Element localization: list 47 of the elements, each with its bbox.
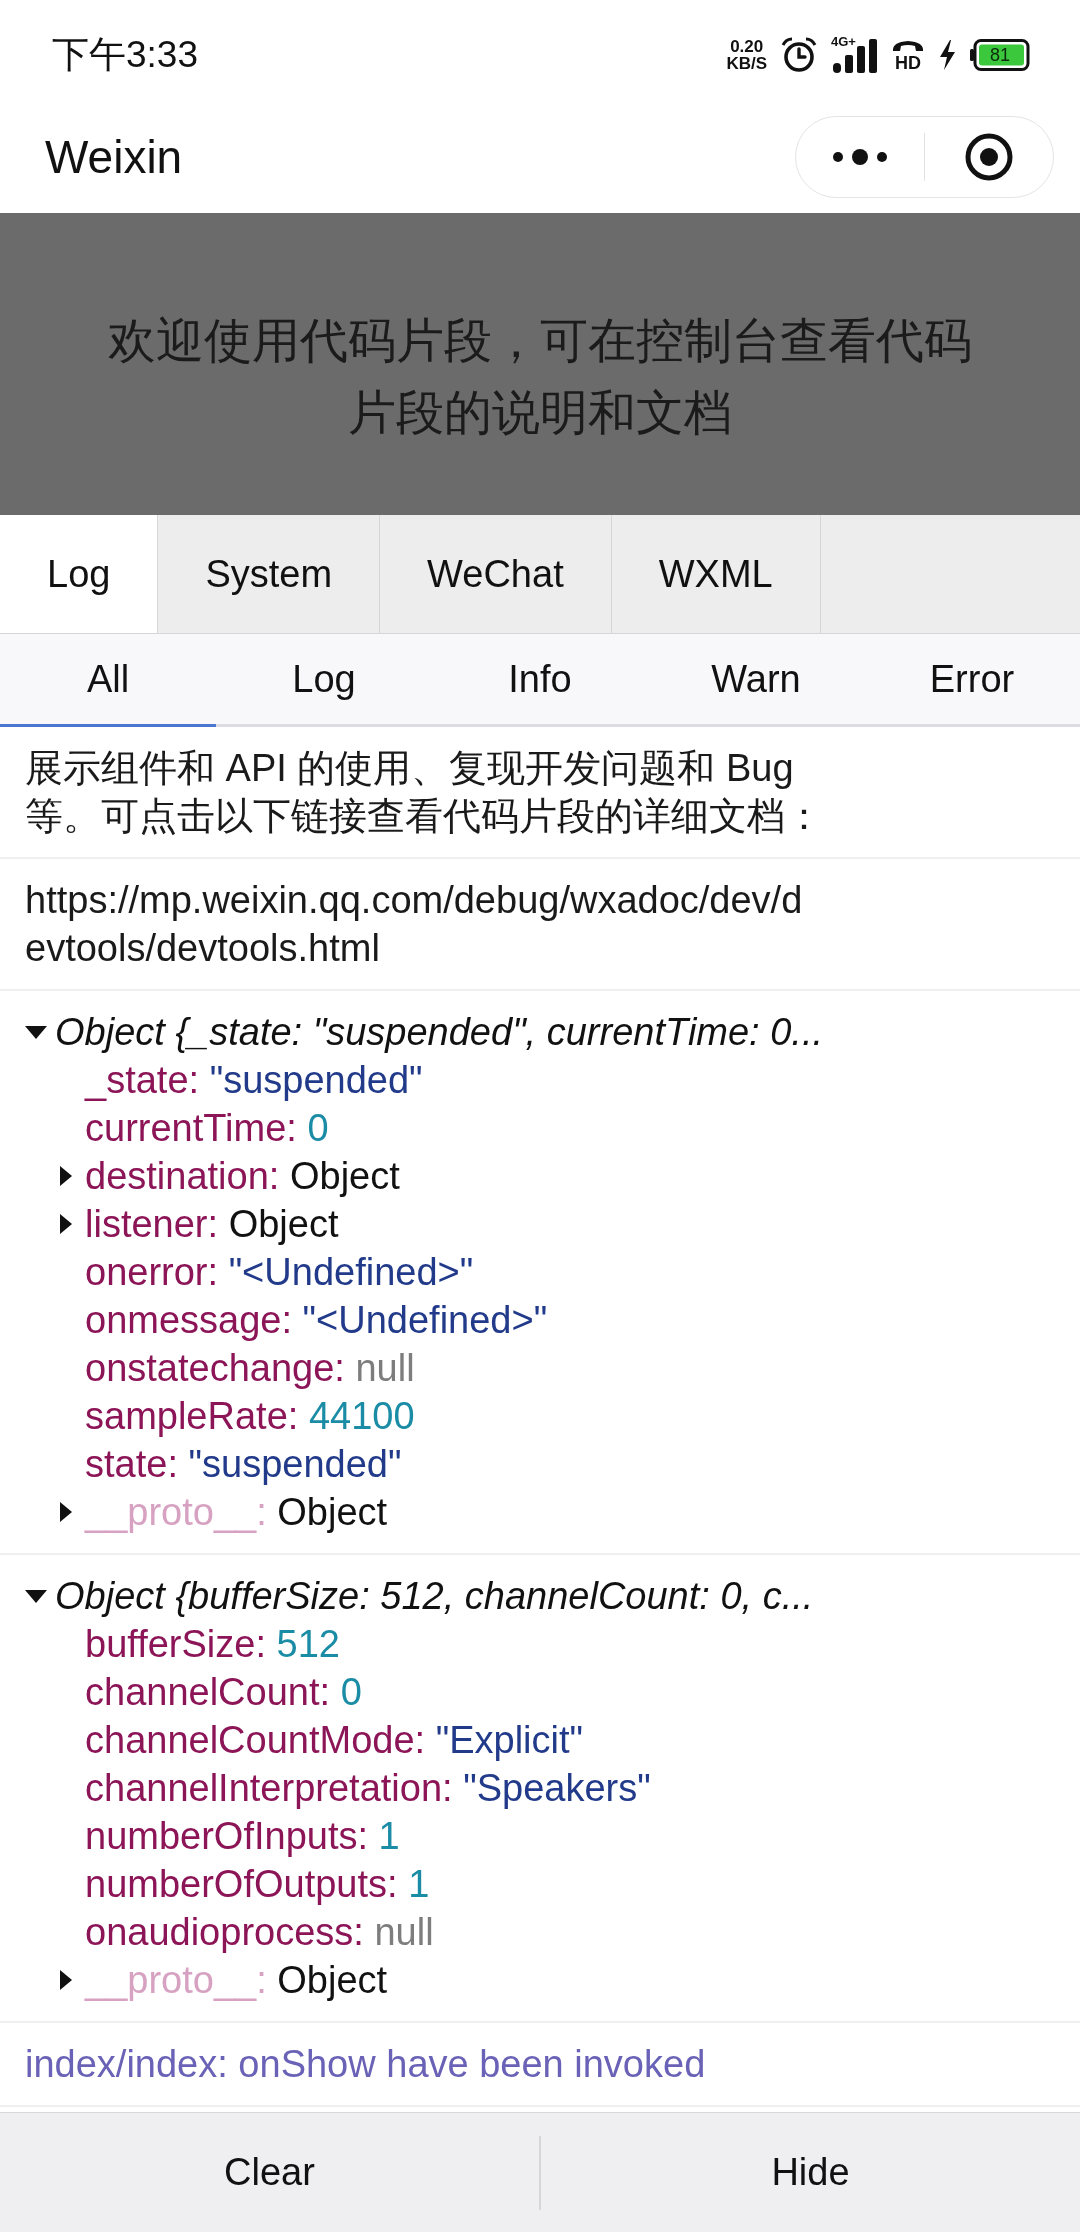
property-line: channelCountMode: "Explicit" xyxy=(85,1718,584,1763)
expand-triangle-icon[interactable] xyxy=(60,1970,72,1990)
property-line: state: "suspended" xyxy=(85,1442,402,1487)
property-line: listener: Object xyxy=(85,1202,339,1247)
battery-icon xyxy=(970,39,1030,71)
charging-icon xyxy=(939,40,956,70)
object-summary: Object {bufferSize: 512, channelCount: 0, c... xyxy=(55,1574,814,1619)
toolbar-button[interactable]: Hide xyxy=(541,2113,1080,2232)
battery-percent: 81 xyxy=(990,45,1011,65)
property-line: bufferSize: 512 xyxy=(85,1622,340,1667)
call-quality-label: HD xyxy=(895,54,921,72)
property-line: __proto__: Object xyxy=(85,1958,388,2003)
expand-triangle-icon[interactable] xyxy=(60,1166,72,1186)
property-line: _state: "suspended" xyxy=(85,1058,423,1103)
property-line: onmessage: "<Undefined>" xyxy=(85,1298,548,1343)
network-speed-unit: KB/S xyxy=(726,55,767,72)
property-line: currentTime: 0 xyxy=(85,1106,329,1151)
alarm-clock-icon xyxy=(781,37,817,73)
property-line: numberOfOutputs: 1 xyxy=(85,1862,430,1907)
log-url-message: https://mp.weixin.qq.com/debug/wxadoc/dev/devtools/devtools.html xyxy=(25,878,804,971)
expand-triangle-icon[interactable] xyxy=(60,1502,72,1522)
log-message: 展示组件和 API 的使用、复现开发问题和 Bug 等。可点击以下链接查看代码片段的详细文档： xyxy=(25,746,824,839)
expand-triangle-icon[interactable] xyxy=(60,1214,72,1234)
property-line: channelInterpretation: "Speakers" xyxy=(85,1766,651,1811)
property-line: onaudioprocess: null xyxy=(85,1910,434,1955)
status-time: 下午3:33 xyxy=(52,33,198,77)
collapse-triangle-icon[interactable] xyxy=(25,1025,47,1039)
more-icon xyxy=(832,148,887,165)
page-title: Weixin xyxy=(45,129,183,185)
property-line: __proto__: Object xyxy=(85,1490,388,1535)
property-line: sampleRate: 44100 xyxy=(85,1394,415,1439)
phone-icon xyxy=(891,38,925,53)
property-line: onerror: "<Undefined>" xyxy=(85,1250,474,1295)
property-line: onstatechange: null xyxy=(85,1346,415,1391)
circle-dot-icon xyxy=(965,132,1014,181)
banner-text: 欢迎使用代码片段，可在控制台查看代码片段的说明和文档 xyxy=(107,313,973,441)
network-speed-value: 0.20 xyxy=(730,38,764,55)
panel-tab[interactable]: Log xyxy=(0,515,159,633)
collapse-triangle-icon[interactable] xyxy=(25,1589,47,1603)
property-line: channelCount: 0 xyxy=(85,1670,362,1715)
toolbar-button[interactable]: Clear xyxy=(0,2113,539,2232)
object-summary: Object {_state: "suspended", currentTime: 0... xyxy=(55,1010,824,1055)
network-type-label: 4G+ xyxy=(831,35,856,49)
property-line: destination: Object xyxy=(85,1154,400,1199)
signal-icon xyxy=(833,39,877,73)
property-line: numberOfInputs: 1 xyxy=(85,1814,400,1859)
log-info-message: index/index: onShow have been invoked xyxy=(25,2042,706,2087)
